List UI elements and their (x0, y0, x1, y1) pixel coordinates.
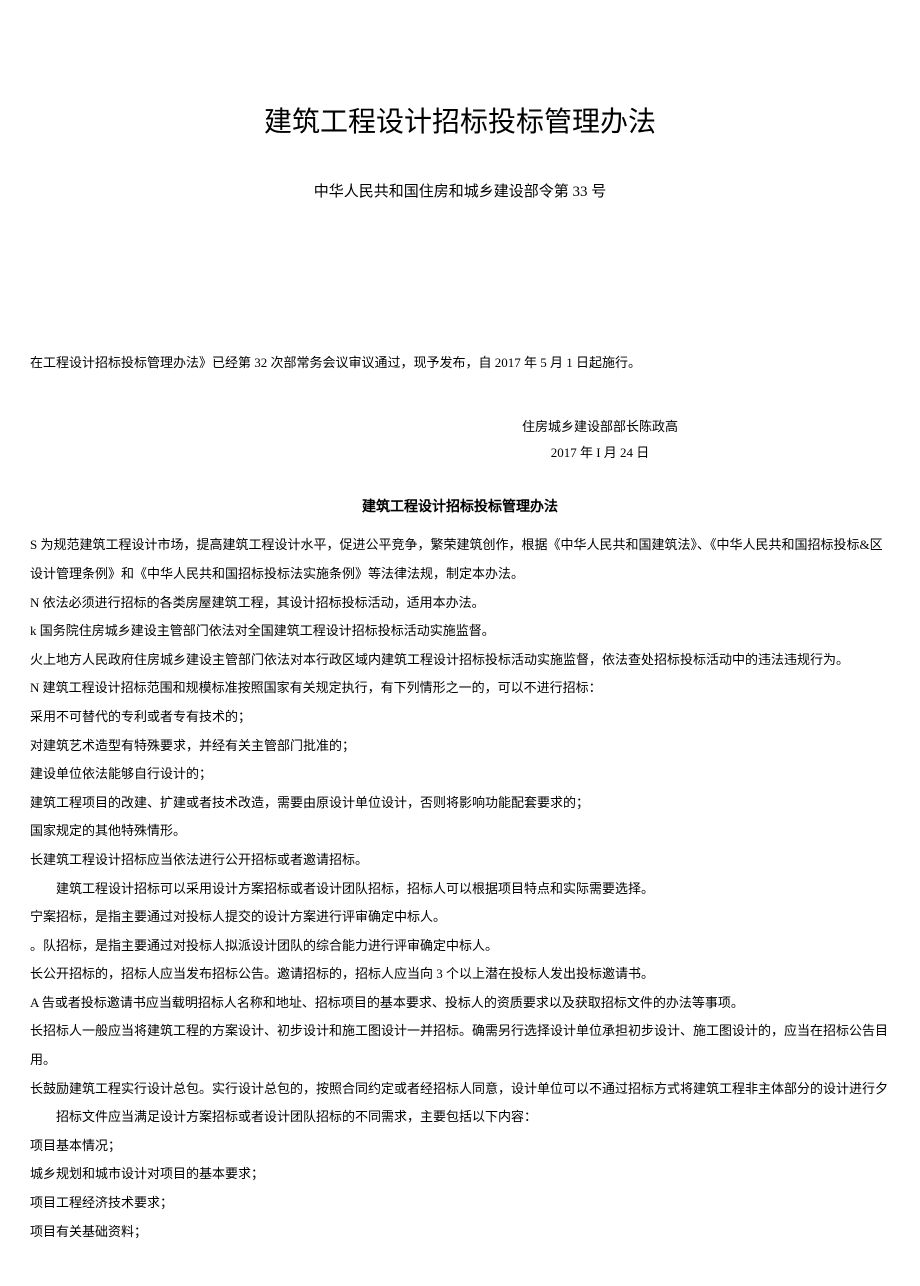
body-paragraph: 火上地方人民政府住房城乡建设主管部门依法对本行政区域内建筑工程设计招标投标活动实… (30, 646, 890, 675)
document-main-title: 建筑工程设计招标投标管理办法 (30, 100, 890, 140)
body-paragraph: 项目基本情况； (30, 1132, 890, 1161)
signature-block: 住房城乡建设部部长陈政高 2017 年 I 月 24 日 (30, 414, 890, 466)
body-paragraph: 对建筑艺术造型有特殊要求，并经有关主管部门批准的； (30, 732, 890, 761)
body-section-title: 建筑工程设计招标投标管理办法 (30, 496, 890, 516)
body-paragraph: 采用不可替代的专利或者专有技术的； (30, 703, 890, 732)
body-paragraph: 项目工程经济技术要求； (30, 1189, 890, 1218)
body-paragraph: 项目有关基础资料； (30, 1218, 890, 1247)
body-paragraph: k 国务院住房城乡建设主管部门依法对全国建筑工程设计招标投标活动实施监督。 (30, 617, 890, 646)
body-paragraph: N 建筑工程设计招标范围和规模标准按照国家有关规定执行，有下列情形之一的，可以不… (30, 674, 890, 703)
body-paragraph: 宁案招标，是指主要通过对投标人提交的设计方案进行评审确定中标人。 (30, 903, 890, 932)
body-paragraph: 招标文件应当满足设计方案招标或者设计团队招标的不同需求，主要包括以下内容： (30, 1103, 890, 1132)
body-paragraph: 城乡规划和城市设计对项目的基本要求； (30, 1160, 890, 1189)
document-body: S 为规范建筑工程设计市场，提高建筑工程设计水平，促进公平竞争，繁荣建筑创作，根… (30, 531, 890, 1246)
body-paragraph: S 为规范建筑工程设计市场，提高建筑工程设计水平，促进公平竞争，繁荣建筑创作，根… (30, 531, 890, 588)
document-sub-title: 中华人民共和国住房和城乡建设部令第 33 号 (30, 180, 890, 201)
signature-name: 住房城乡建设部部长陈政高 (310, 414, 890, 440)
body-paragraph: 建设单位依法能够自行设计的； (30, 760, 890, 789)
body-paragraph: 。队招标，是指主要通过对投标人拟派设计团队的综合能力进行评审确定中标人。 (30, 932, 890, 961)
body-paragraph: A 告或者投标邀请书应当载明招标人名称和地址、招标项目的基本要求、投标人的资质要… (30, 989, 890, 1018)
body-paragraph: 长鼓励建筑工程实行设计总包。实行设计总包的，按照合同约定或者经招标人同意，设计单… (30, 1075, 890, 1104)
body-paragraph: N 依法必须进行招标的各类房屋建筑工程，其设计招标投标活动，适用本办法。 (30, 589, 890, 618)
body-paragraph: 长招标人一般应当将建筑工程的方案设计、初步设计和施工图设计一并招标。确需另行选择… (30, 1017, 890, 1074)
body-paragraph: 建筑工程设计招标可以采用设计方案招标或者设计团队招标，招标人可以根据项目特点和实… (30, 875, 890, 904)
intro-paragraph: 在工程设计招标投标管理办法》已经第 32 次部常务会议审议通过，现予发布，自 2… (30, 351, 890, 374)
body-paragraph: 长建筑工程设计招标应当依法进行公开招标或者邀请招标。 (30, 846, 890, 875)
body-paragraph: 国家规定的其他特殊情形。 (30, 817, 890, 846)
body-paragraph: 建筑工程项目的改建、扩建或者技术改造，需要由原设计单位设计，否则将影响功能配套要… (30, 789, 890, 818)
body-paragraph: 长公开招标的，招标人应当发布招标公告。邀请招标的，招标人应当向 3 个以上潜在投… (30, 960, 890, 989)
signature-date: 2017 年 I 月 24 日 (310, 440, 890, 466)
